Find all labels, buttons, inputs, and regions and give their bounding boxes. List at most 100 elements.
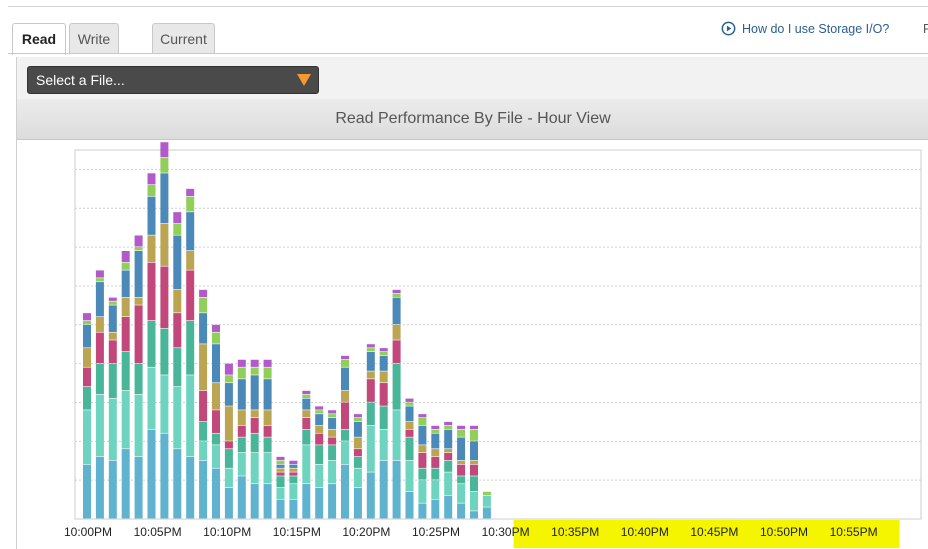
bar-segment	[482, 491, 491, 496]
bar-segment	[353, 456, 362, 468]
bar-segment	[302, 394, 311, 398]
bar-segment	[405, 460, 414, 492]
bar-segment	[147, 320, 156, 367]
bar-segment	[147, 184, 156, 197]
x-tick-label: 10:45PM	[690, 525, 738, 539]
bar-segment	[341, 390, 349, 402]
bar-segment	[366, 351, 375, 371]
bar-segment	[160, 142, 169, 158]
bar-segment	[418, 468, 427, 480]
bar-segment	[341, 464, 349, 519]
stacked-bar	[366, 344, 375, 519]
bar-segment	[341, 402, 349, 430]
bar-segment	[95, 456, 104, 519]
bar-segment	[276, 476, 285, 488]
bar-segment	[302, 390, 311, 395]
bar-segment	[250, 359, 259, 367]
bar-segment	[83, 324, 91, 348]
bar-segment	[83, 464, 91, 519]
bar-segment	[405, 437, 414, 461]
bar-segment	[328, 437, 337, 445]
bar-segment	[134, 247, 143, 251]
stacked-bar	[199, 289, 208, 519]
bar-segment	[173, 313, 182, 348]
bar-segment	[173, 386, 182, 449]
bar-segment	[224, 487, 233, 519]
bar-segment	[444, 452, 453, 461]
bar-segment	[160, 433, 169, 519]
bar-segment	[121, 270, 130, 297]
bar-segment	[173, 449, 182, 519]
bar-segment	[147, 262, 156, 321]
bar-segment	[470, 476, 478, 492]
stacked-bar	[482, 491, 491, 519]
bar-segment	[379, 355, 388, 371]
stacked-bar	[431, 425, 440, 519]
bar-segment	[212, 324, 220, 332]
stacked-bar	[315, 406, 324, 519]
stacked-bar	[212, 324, 220, 519]
bar-segment	[379, 351, 388, 356]
bar-segment	[302, 418, 311, 430]
bar-segment	[431, 499, 440, 519]
bar-segment	[366, 402, 375, 426]
bar-segment	[405, 491, 414, 519]
bar-segment	[108, 363, 117, 398]
bar-segment	[263, 484, 272, 519]
bar-segment	[366, 379, 375, 402]
bar-segment	[276, 464, 285, 468]
bar-segment	[83, 313, 91, 321]
bar-segment	[134, 235, 143, 247]
stacked-bar	[457, 425, 466, 519]
bar-segment	[328, 460, 337, 484]
bar-segment	[328, 410, 337, 414]
bar-segment	[315, 406, 324, 410]
bar-segment	[83, 367, 91, 387]
bar-segment	[328, 484, 337, 519]
bar-segment	[315, 414, 324, 426]
bar-segment	[237, 379, 246, 410]
bar-segment	[431, 456, 440, 468]
bar-segment	[263, 359, 272, 367]
bar-segment	[405, 406, 414, 422]
bar-segment	[186, 375, 195, 457]
bar-segment	[341, 355, 349, 360]
bar-segment	[147, 173, 156, 185]
bar-segment	[444, 472, 453, 496]
bar-segment	[392, 324, 401, 340]
bar-segment	[405, 429, 414, 437]
bar-segment	[250, 375, 259, 410]
bar-segment	[263, 437, 272, 453]
bar-segment	[186, 320, 195, 375]
bar-segment	[392, 297, 401, 325]
bar-segment	[392, 340, 401, 364]
bar-segment	[431, 480, 440, 499]
bar-segment	[315, 425, 324, 433]
bar-segment	[160, 223, 169, 266]
bar-segment	[108, 297, 117, 301]
x-tick-label: 10:50PM	[760, 525, 808, 539]
bar-segment	[418, 452, 427, 468]
bar-segment	[199, 390, 208, 422]
bar-segment	[457, 429, 466, 437]
bar-segment	[353, 421, 362, 437]
bar-segment	[121, 449, 130, 519]
bar-segment	[341, 429, 349, 441]
bar-segment	[95, 363, 104, 395]
bar-segment	[95, 270, 104, 278]
bar-segment	[186, 188, 195, 197]
bar-segment	[134, 297, 143, 305]
bar-segment	[108, 398, 117, 461]
stacked-bar	[328, 410, 337, 519]
bar-segment	[366, 425, 375, 472]
bar-segment	[392, 293, 401, 297]
stacked-bar	[121, 250, 130, 519]
bar-segment	[431, 468, 440, 480]
bar-segment	[199, 441, 208, 461]
bar-segment	[418, 480, 427, 503]
bar-segment	[95, 332, 104, 364]
bar-segment	[173, 235, 182, 290]
bar-segment	[392, 460, 401, 519]
stacked-bar	[160, 142, 169, 519]
stacked-bar	[134, 235, 143, 519]
